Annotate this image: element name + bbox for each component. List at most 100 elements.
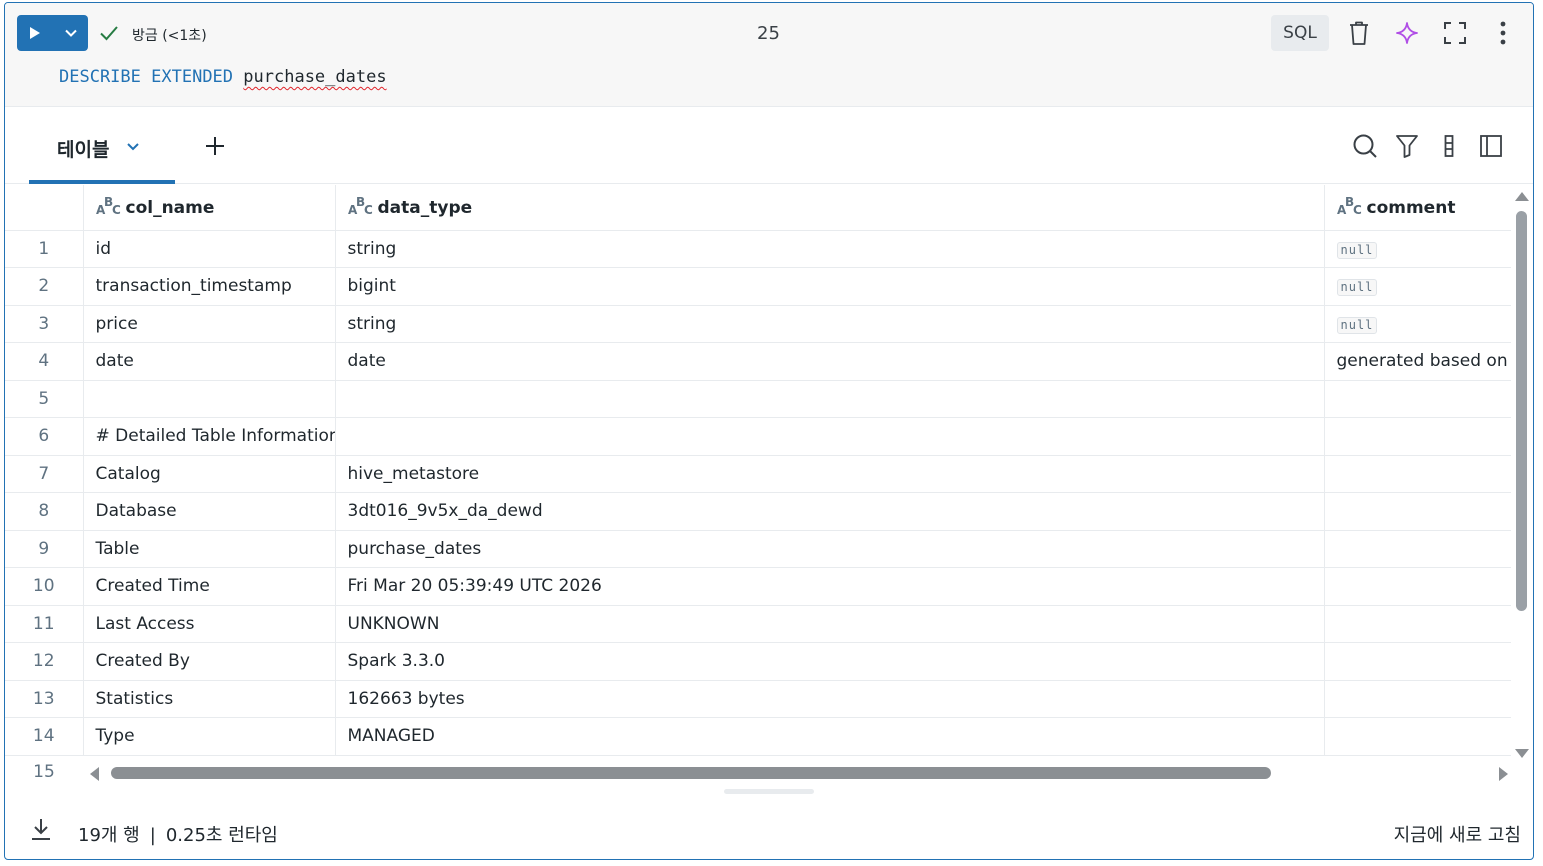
column-header-comment[interactable]: A B Ccomment [1324,185,1511,231]
row-index: 4 [5,342,84,381]
sql-keyword: DESCRIBE [59,67,141,87]
cell-comment[interactable] [1324,455,1511,493]
cell-col-name[interactable]: date [83,342,336,381]
search-button[interactable] [1351,132,1379,160]
cell-comment[interactable] [1324,417,1511,456]
code-editor[interactable]: DESCRIBE EXTENDED purchase_dates [59,67,387,87]
cell-data-type[interactable]: Spark 3.3.0 [335,642,1325,681]
assistant-button[interactable] [1391,17,1423,49]
cell-col-name[interactable]: Statistics [83,680,336,718]
chevron-down-icon[interactable] [125,138,141,154]
cell-col-name[interactable]: Created By [83,642,336,681]
row-index: 11 [5,605,84,643]
delete-cell-button[interactable] [1343,17,1375,49]
horizontal-scroll-thumb[interactable] [111,767,1271,779]
add-tab-icon[interactable] [201,132,229,160]
cell-comment[interactable]: null [1324,230,1511,268]
table-row[interactable]: 10 Created Time Fri Mar 20 05:39:49 UTC 20… [5,567,1511,606]
run-options-button[interactable] [53,15,88,51]
cell-col-name[interactable]: price [83,305,336,343]
more-options-button[interactable] [1487,17,1519,49]
cell-col-name[interactable]: Catalog [83,455,336,493]
side-panel-button[interactable] [1477,132,1505,160]
vertical-scroll-thumb[interactable] [1516,211,1527,611]
table-row[interactable]: 9 Table purchase_dates [5,530,1511,568]
cell-col-name[interactable]: Created Time [83,567,336,606]
run-status: 방금 (<1초) [132,28,207,44]
cell-data-type[interactable]: 162663 bytes [335,680,1325,718]
cell-data-type[interactable]: hive_metastore [335,455,1325,493]
tab-table[interactable]: 테이블 [29,108,175,184]
table-row[interactable]: 12 Created By Spark 3.3.0 [5,642,1511,681]
cell-comment[interactable]: null [1324,267,1511,306]
fullscreen-button[interactable] [1439,17,1471,49]
sidebar-icon [1480,135,1502,157]
results-grid[interactable]: A B Ccol_name A B Cdata_type A B Ccomment 1 id s… [5,185,1511,759]
cell-comment[interactable] [1324,492,1511,531]
cell-col-name[interactable]: Table [83,530,336,568]
table-row[interactable]: 5 [5,380,1511,418]
table-row[interactable]: 3 price string null [5,305,1511,343]
cell-data-type[interactable]: bigint [335,267,1325,306]
language-badge[interactable]: SQL [1271,15,1329,51]
cell-col-name[interactable]: id [83,230,336,268]
row-index: 13 [5,680,84,718]
cell-data-type[interactable]: string [335,230,1325,268]
cell-comment[interactable] [1324,380,1511,418]
scroll-up-icon[interactable] [1515,191,1529,201]
cell-comment[interactable] [1324,717,1511,756]
cell-comment[interactable]: generated based on `t [1324,342,1511,381]
table-row[interactable]: 6 # Detailed Table Information [5,417,1511,456]
cell-data-type[interactable]: Fri Mar 20 05:39:49 UTC 2026 [335,567,1325,606]
refresh-status[interactable]: 지금에 새로 고침 [1394,821,1521,847]
cell-data-type[interactable]: UNKNOWN [335,605,1325,643]
separator: | [149,825,156,846]
row-index: 14 [5,717,84,756]
table-row[interactable]: 7 Catalog hive_metastore [5,455,1511,493]
column-visibility-button[interactable] [1435,132,1463,160]
cell-data-type[interactable]: MANAGED [335,717,1325,756]
cell-comment[interactable] [1324,567,1511,606]
filter-button[interactable] [1393,132,1421,160]
cell-col-name[interactable]: Last Access [83,605,336,643]
cell-comment[interactable] [1324,642,1511,681]
column-header-data-type[interactable]: A B Cdata_type [335,185,1325,231]
cell-data-type[interactable]: date [335,342,1325,381]
cell-col-name[interactable]: # Detailed Table Information [83,417,336,456]
run-cell-button[interactable] [17,15,53,51]
download-icon[interactable] [29,817,53,841]
search-icon [1353,134,1377,158]
horizontal-scrollbar[interactable] [85,762,1513,784]
table-row[interactable]: 2 transaction_timestamp bigint null [5,267,1511,306]
cell-comment[interactable] [1324,680,1511,718]
table-row[interactable]: 13 Statistics 162663 bytes [5,680,1511,718]
table-row[interactable]: 4 date date generated based on `t [5,342,1511,381]
table-row[interactable]: 14 Type MANAGED [5,717,1511,756]
vertical-scrollbar[interactable] [1513,185,1533,759]
cell-col-name[interactable]: Type [83,717,336,756]
cell-col-name[interactable] [83,380,336,418]
table-row[interactable]: 8 Database 3dt016_9v5x_da_dewd [5,492,1511,531]
cell-comment[interactable]: null [1324,305,1511,343]
columns-icon [1444,135,1454,157]
cell-comment[interactable] [1324,605,1511,643]
cell-data-type[interactable] [335,380,1325,418]
cell-data-type[interactable]: purchase_dates [335,530,1325,568]
active-tab-indicator [29,180,175,184]
sql-keyword: EXTENDED [151,67,234,87]
table-row[interactable]: 1 id string null [5,230,1511,268]
cell-data-type[interactable]: 3dt016_9v5x_da_dewd [335,492,1325,531]
scroll-right-icon[interactable] [1499,767,1509,781]
scroll-down-icon[interactable] [1515,749,1529,759]
cell-comment[interactable] [1324,530,1511,568]
scroll-left-icon[interactable] [89,767,99,781]
column-header-col-name[interactable]: A B Ccol_name [83,185,336,231]
cell-data-type[interactable] [335,417,1325,456]
resize-handle[interactable] [724,789,814,794]
cell-col-name[interactable]: Database [83,492,336,531]
cell-data-type[interactable]: string [335,305,1325,343]
cell-col-name[interactable]: transaction_timestamp [83,267,336,306]
table-row[interactable]: 11 Last Access UNKNOWN [5,605,1511,643]
row-index: 5 [5,380,84,418]
results-footer: 19개 행 | 0.25초 런타임 지금에 새로 고침 [5,803,1533,859]
